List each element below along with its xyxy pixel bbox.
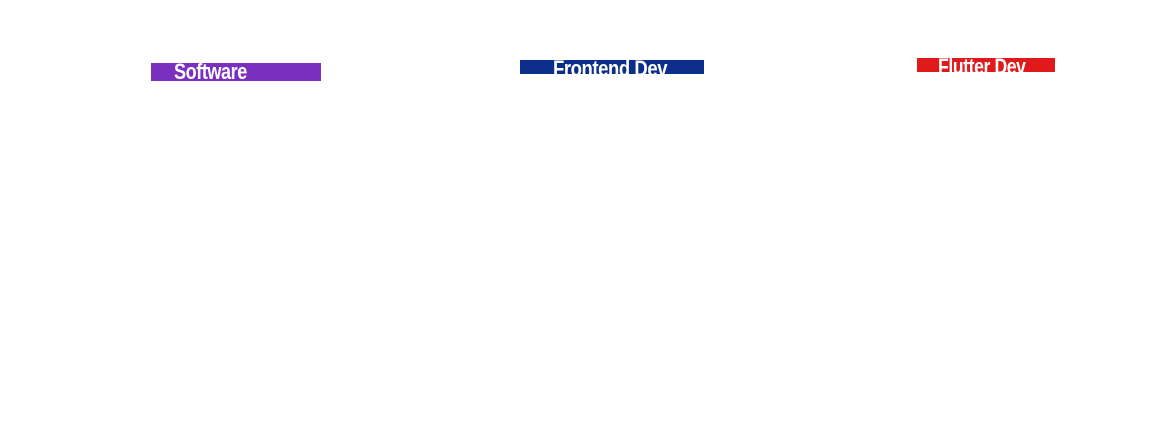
- tag-flutter-dev: Flutter Dev: [917, 58, 1055, 72]
- tag-software: Software: [151, 63, 321, 81]
- tag-flutter-dev-label: Flutter Dev: [938, 58, 1026, 72]
- tag-frontend-dev: Frontend Dev: [520, 60, 704, 74]
- tag-frontend-dev-label: Frontend Dev: [553, 60, 668, 74]
- tag-software-label: Software: [174, 63, 247, 81]
